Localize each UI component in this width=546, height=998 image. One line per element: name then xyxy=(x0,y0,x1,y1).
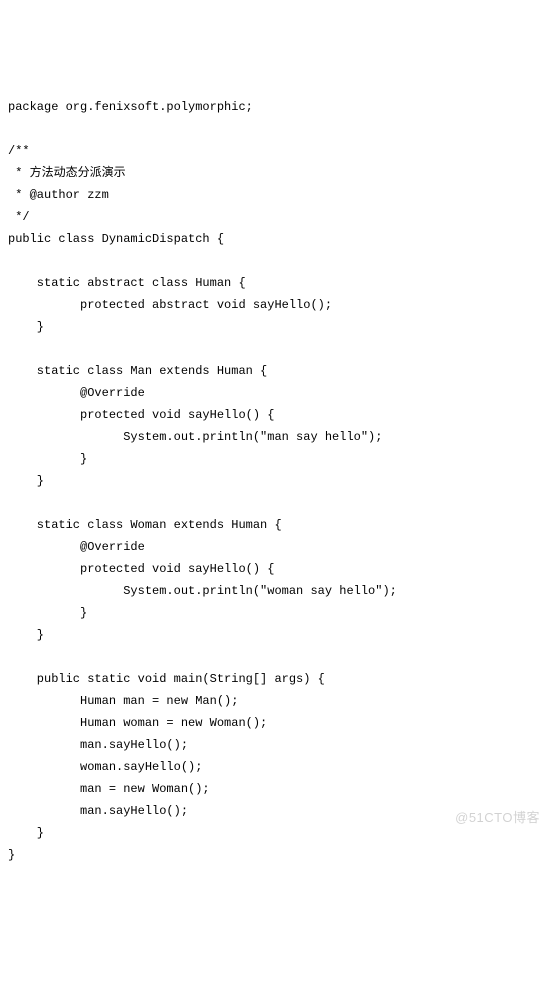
code-block: package org.fenixsoft.polymorphic; /** *… xyxy=(8,96,538,866)
